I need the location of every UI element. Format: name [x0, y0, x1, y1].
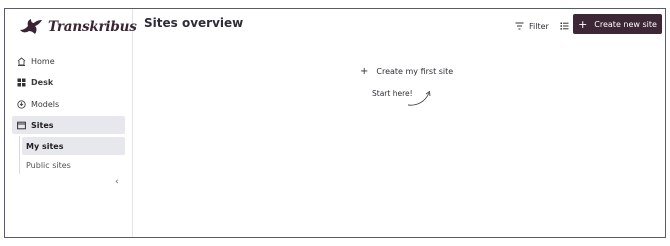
sidebar-item-label: Home	[31, 56, 55, 66]
sites-icon	[17, 121, 26, 130]
bird-logo-icon	[20, 19, 42, 34]
filter-button[interactable]: Filter	[515, 18, 549, 34]
sidebar-subitem-my-sites[interactable]: My sites	[22, 137, 125, 155]
plus-icon: +	[578, 17, 588, 31]
sidebar-subitem-label: Public sites	[26, 160, 71, 170]
brand-name: Transkribus	[48, 19, 137, 35]
collapse-sidebar-chevron-icon[interactable]: ‹	[115, 177, 119, 187]
curved-arrow-icon	[407, 90, 431, 106]
list-view-icon	[560, 22, 568, 30]
sidebar-subitem-label: My sites	[26, 141, 64, 151]
filter-icon	[515, 22, 524, 30]
home-icon	[17, 56, 26, 66]
sidebar-item-sites[interactable]: Sites	[12, 116, 125, 134]
models-icon	[17, 99, 26, 109]
sidebar-item-desk[interactable]: Desk	[12, 73, 125, 91]
sidebar-item-label: Desk	[31, 77, 54, 87]
sidebar-item-models[interactable]: Models	[12, 95, 125, 113]
plus-icon: +	[360, 66, 369, 77]
list-view-toggle[interactable]	[558, 18, 570, 34]
page-title: Sites overview	[144, 16, 244, 30]
sidebar-item-home[interactable]: Home	[12, 52, 125, 70]
create-first-site-link[interactable]: + Create my first site	[360, 66, 453, 77]
sidebar-item-label: Sites	[31, 120, 54, 130]
app-window: Transkribus Home Desk Models Sites My si…	[4, 8, 666, 238]
create-first-site-label: Create my first site	[376, 67, 454, 76]
submenu-divider	[19, 136, 20, 174]
create-new-site-button[interactable]: + Create new site	[573, 14, 662, 34]
brand-logo[interactable]: Transkribus	[19, 16, 137, 38]
sidebar-item-label: Models	[31, 99, 60, 109]
desk-icon	[17, 78, 26, 87]
sidebar: Transkribus Home Desk Models Sites My si…	[5, 9, 137, 237]
create-new-site-label: Create new site	[594, 19, 657, 29]
filter-label: Filter	[529, 21, 549, 31]
sidebar-subitem-public-sites[interactable]: Public sites	[22, 156, 125, 174]
